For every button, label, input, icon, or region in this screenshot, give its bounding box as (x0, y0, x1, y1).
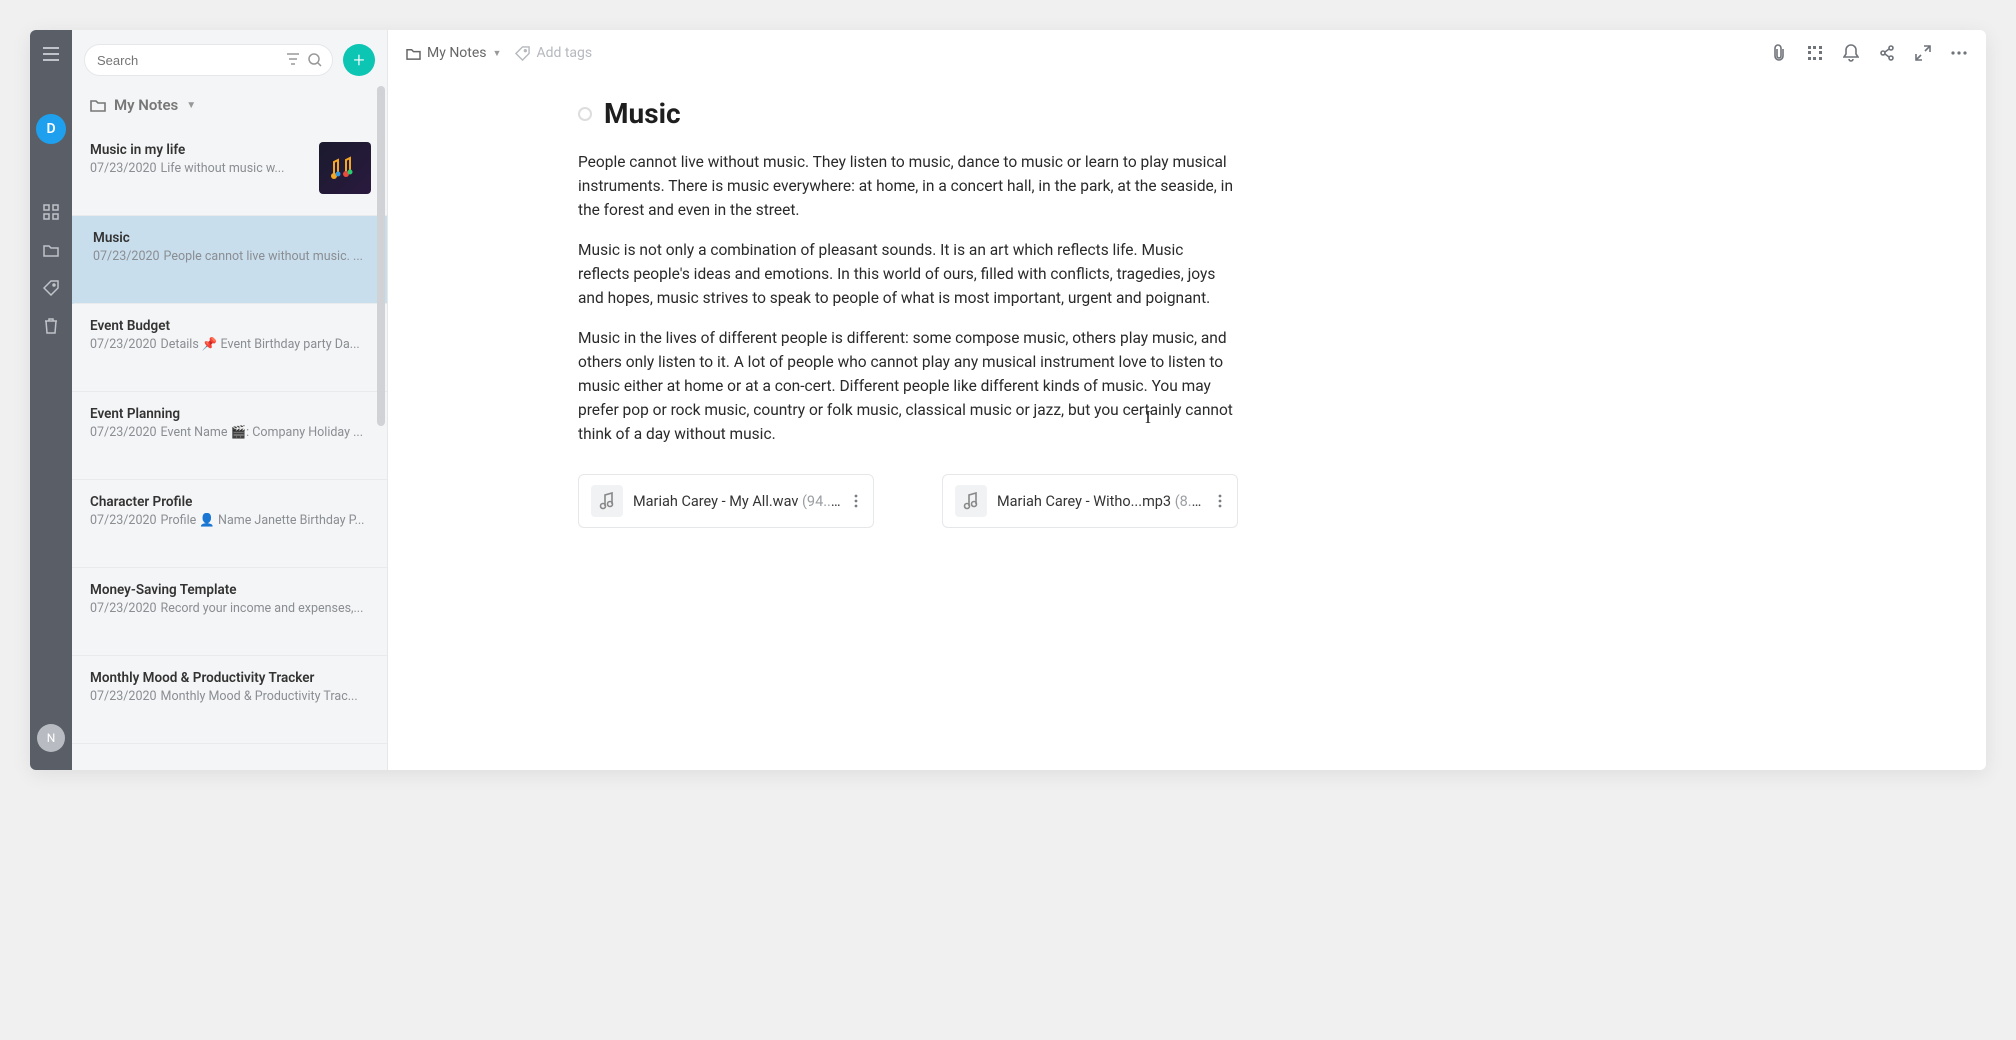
note-title: Character Profile (90, 494, 369, 510)
note-content[interactable]: Music People cannot live without music. … (388, 77, 1986, 770)
note-date: 07/23/2020 (90, 337, 157, 352)
note-snippet: Profile 👤 Name Janette Birthday P... (161, 513, 365, 528)
attachment-size: (8....) (1175, 493, 1205, 510)
chevron-down-icon: ▼ (493, 48, 502, 59)
paragraph[interactable]: People cannot live without music. They l… (578, 150, 1238, 222)
attachment-name: Mariah Carey - Witho...mp3 (8....) (997, 493, 1205, 510)
note-snippet: Event Name 🎬: Company Holiday ... (161, 425, 364, 440)
note-title: Music (93, 230, 369, 246)
folder-icon[interactable] (41, 240, 61, 260)
note-snippet: Details 📌 Event Birthday party Da... (161, 337, 360, 352)
note-item[interactable]: Music 07/23/2020 People cannot live withou… (72, 216, 387, 304)
more-icon[interactable] (1950, 44, 1968, 62)
note-snippet: People cannot live without music. ... (164, 249, 363, 264)
note-date: 07/23/2020 (90, 601, 157, 616)
folder-label: My Notes (114, 96, 178, 114)
attachment-more-icon[interactable] (851, 494, 861, 508)
note-snippet: Life without music w... (161, 161, 285, 176)
note-title: Event Planning (90, 406, 369, 422)
note-meta: 07/23/2020 Record your income and expense… (90, 601, 369, 616)
attachment-name: Mariah Carey - My All.wav (94....) (633, 493, 841, 510)
sidebar: + My Notes ▼ Music in my life07/23/2020L… (72, 30, 388, 770)
scrollbar-thumb[interactable] (377, 86, 385, 426)
music-file-icon (955, 485, 987, 517)
attachment-more-icon[interactable] (1215, 494, 1225, 508)
note-meta: 07/23/2020 Profile 👤 Name Janette Birthda… (90, 513, 369, 528)
note-meta: 07/23/2020 People cannot live without mus… (93, 249, 369, 264)
note-snippet: Monthly Mood & Productivity Trac... (161, 689, 358, 704)
workspace-avatar[interactable]: N (37, 724, 65, 752)
note-item[interactable]: Monthly Mood & Productivity Tracker 07/23… (72, 656, 387, 744)
folder-outline-icon (90, 98, 106, 112)
new-note-button[interactable]: + (343, 44, 375, 76)
paragraph[interactable]: Music in the lives of different people i… (578, 326, 1238, 446)
app-window: D N (30, 30, 1986, 770)
folder-header[interactable]: My Notes ▼ (72, 86, 387, 128)
note-title: Event Budget (90, 318, 369, 334)
add-tags-label: Add tags (536, 45, 592, 61)
note-date: 07/23/2020 (90, 689, 157, 704)
tag-icon[interactable] (41, 278, 61, 298)
filter-icon[interactable] (286, 53, 300, 67)
search-icon[interactable] (308, 53, 322, 67)
trash-icon[interactable] (41, 316, 61, 336)
sidebar-scrollbar[interactable] (377, 86, 385, 576)
music-file-icon (591, 485, 623, 517)
notes-list[interactable]: Music in my life07/23/2020Life without m… (72, 128, 387, 770)
note-item[interactable]: Event Budget 07/23/2020 Details 📌 Event Bi… (72, 304, 387, 392)
breadcrumb-label: My Notes (427, 45, 487, 61)
attachments-row: Mariah Carey - My All.wav (94....) Mariah… (578, 474, 1886, 528)
qr-icon[interactable] (1806, 44, 1824, 62)
note-meta: 07/23/2020 Event Name 🎬: Company Holiday … (90, 425, 369, 440)
sidebar-top: + (72, 30, 387, 86)
note-item[interactable]: Event Planning 07/23/2020 Event Name 🎬: Co… (72, 392, 387, 480)
note-item[interactable]: Music in my life07/23/2020Life without m… (72, 128, 387, 216)
expand-icon[interactable] (1914, 44, 1932, 62)
share-icon[interactable] (1878, 44, 1896, 62)
icon-rail: D N (30, 30, 72, 770)
note-meta: 07/23/2020 Details 📌 Event Birthday party… (90, 337, 369, 352)
note-item[interactable]: Character Profile 07/23/2020 Profile 👤 Nam… (72, 480, 387, 568)
attachment-card[interactable]: Mariah Carey - My All.wav (94....) (578, 474, 874, 528)
chevron-down-icon: ▼ (186, 100, 196, 111)
folder-small-icon (406, 47, 421, 60)
page-title[interactable]: Music (604, 97, 681, 130)
menu-icon[interactable] (41, 44, 61, 64)
search-input[interactable] (97, 53, 286, 68)
note-date: 07/23/2020 (90, 513, 157, 528)
title-row: Music (578, 97, 1886, 130)
topbar: My Notes ▼ Add tags (388, 30, 1986, 77)
note-title: Money-Saving Template (90, 582, 369, 598)
dashboard-icon[interactable] (41, 202, 61, 222)
attachment-size: (94....) (802, 493, 841, 510)
add-tags[interactable]: Add tags (515, 45, 592, 61)
breadcrumb[interactable]: My Notes ▼ (406, 45, 501, 61)
search-box[interactable] (84, 44, 333, 76)
bell-icon[interactable] (1842, 44, 1860, 62)
note-date: 07/23/2020 (93, 249, 160, 264)
user-avatar[interactable]: D (36, 114, 66, 144)
tag-outline-icon (515, 46, 530, 61)
title-bullet-icon (578, 107, 592, 121)
note-title: Monthly Mood & Productivity Tracker (90, 670, 369, 686)
attachment-card[interactable]: Mariah Carey - Witho...mp3 (8....) (942, 474, 1238, 528)
topbar-actions (1770, 44, 1968, 62)
note-thumbnail (319, 142, 371, 194)
main-area: My Notes ▼ Add tags (388, 30, 1986, 770)
note-meta: 07/23/2020 Monthly Mood & Productivity Tr… (90, 689, 369, 704)
note-date: 07/23/2020 (90, 425, 157, 440)
note-item[interactable]: Money-Saving Template 07/23/2020 Record yo… (72, 568, 387, 656)
attachment-icon[interactable] (1770, 44, 1788, 62)
note-date: 07/23/2020 (90, 161, 157, 176)
paragraph[interactable]: Music is not only a combination of pleas… (578, 238, 1238, 310)
note-snippet: Record your income and expenses,... (161, 601, 364, 616)
